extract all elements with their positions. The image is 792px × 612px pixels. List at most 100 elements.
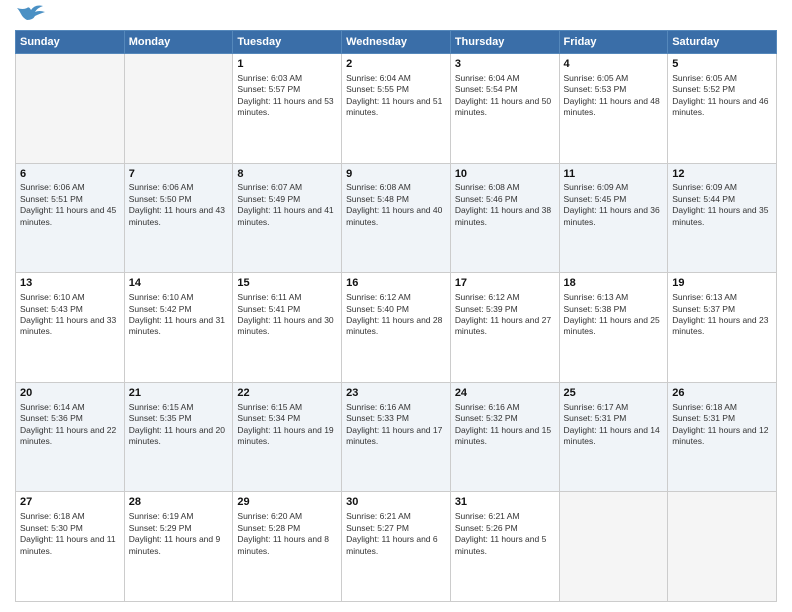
day-number: 7 — [129, 167, 229, 182]
daylight-text: Daylight: 11 hours and 33 minutes. — [20, 315, 116, 336]
day-number: 5 — [672, 57, 772, 72]
calendar-cell: 28Sunrise: 6:19 AMSunset: 5:29 PMDayligh… — [124, 492, 233, 602]
sunrise-text: Sunrise: 6:05 AM — [564, 73, 629, 83]
calendar-cell: 20Sunrise: 6:14 AMSunset: 5:36 PMDayligh… — [16, 382, 125, 492]
day-number: 21 — [129, 386, 229, 401]
calendar-cell: 9Sunrise: 6:08 AMSunset: 5:48 PMDaylight… — [342, 163, 451, 273]
day-number: 15 — [237, 276, 337, 291]
sunset-text: Sunset: 5:42 PM — [129, 304, 192, 314]
header — [15, 10, 777, 22]
day-number: 27 — [20, 495, 120, 510]
sunrise-text: Sunrise: 6:10 AM — [20, 292, 85, 302]
day-number: 25 — [564, 386, 664, 401]
day-number: 6 — [20, 167, 120, 182]
calendar-cell: 11Sunrise: 6:09 AMSunset: 5:45 PMDayligh… — [559, 163, 668, 273]
daylight-text: Daylight: 11 hours and 28 minutes. — [346, 315, 442, 336]
sunrise-text: Sunrise: 6:20 AM — [237, 511, 302, 521]
sunset-text: Sunset: 5:45 PM — [564, 194, 627, 204]
sunset-text: Sunset: 5:52 PM — [672, 84, 735, 94]
sunrise-text: Sunrise: 6:09 AM — [672, 182, 737, 192]
daylight-text: Daylight: 11 hours and 48 minutes. — [564, 96, 660, 117]
sunset-text: Sunset: 5:53 PM — [564, 84, 627, 94]
day-number: 24 — [455, 386, 555, 401]
calendar-cell — [668, 492, 777, 602]
sunrise-text: Sunrise: 6:08 AM — [346, 182, 411, 192]
sunset-text: Sunset: 5:35 PM — [129, 413, 192, 423]
sunset-text: Sunset: 5:29 PM — [129, 523, 192, 533]
daylight-text: Daylight: 11 hours and 45 minutes. — [20, 205, 116, 226]
calendar-cell: 3Sunrise: 6:04 AMSunset: 5:54 PMDaylight… — [450, 54, 559, 164]
sunset-text: Sunset: 5:48 PM — [346, 194, 409, 204]
day-number: 14 — [129, 276, 229, 291]
sunset-text: Sunset: 5:38 PM — [564, 304, 627, 314]
sunset-text: Sunset: 5:50 PM — [129, 194, 192, 204]
daylight-text: Daylight: 11 hours and 30 minutes. — [237, 315, 333, 336]
calendar-week-row: 27Sunrise: 6:18 AM Sunset: 5:30 PM Dayligh… — [16, 492, 777, 602]
sunset-text: Sunset: 5:26 PM — [455, 523, 518, 533]
day-header-wednesday: Wednesday — [342, 31, 451, 54]
calendar-cell: 21Sunrise: 6:15 AMSunset: 5:35 PMDayligh… — [124, 382, 233, 492]
daylight-text: Daylight: 11 hours and 25 minutes. — [564, 315, 660, 336]
daylight-text: Daylight: 11 hours and 19 minutes. — [237, 425, 333, 446]
daylight-text: Daylight: 11 hours and 41 minutes. — [237, 205, 333, 226]
sunrise-text: Sunrise: 6:16 AM — [346, 402, 411, 412]
calendar-cell: 8Sunrise: 6:07 AMSunset: 5:49 PMDaylight… — [233, 163, 342, 273]
day-number: 31 — [455, 495, 555, 510]
sunrise-text: Sunrise: 6:15 AM — [237, 402, 302, 412]
sunrise-text: Sunrise: 6:16 AM — [455, 402, 520, 412]
day-header-monday: Monday — [124, 31, 233, 54]
sunset-text: Sunset: 5:39 PM — [455, 304, 518, 314]
day-number: 23 — [346, 386, 446, 401]
day-number: 29 — [237, 495, 337, 510]
sunrise-text: Sunrise: 6:12 AM — [346, 292, 411, 302]
daylight-text: Daylight: 11 hours and 15 minutes. — [455, 425, 551, 446]
calendar-cell: 26Sunrise: 6:18 AMSunset: 5:31 PMDayligh… — [668, 382, 777, 492]
page: SundayMondayTuesdayWednesdayThursdayFrid… — [0, 0, 792, 612]
sunset-text: Sunset: 5:54 PM — [455, 84, 518, 94]
calendar-cell: 18Sunrise: 6:13 AMSunset: 5:38 PMDayligh… — [559, 273, 668, 383]
calendar-cell: 16Sunrise: 6:12 AM Sunset: 5:40 PMDayligh… — [342, 273, 451, 383]
sunrise-text: Sunrise: 6:13 AM — [672, 292, 737, 302]
day-number: 30 — [346, 495, 446, 510]
daylight-text: Daylight: 11 hours and 36 minutes. — [564, 205, 660, 226]
calendar-cell: 6Sunrise: 6:06 AMSunset: 5:51 PMDaylight… — [16, 163, 125, 273]
sunset-text: Sunset: 5:55 PM — [346, 84, 409, 94]
sunset-text: Sunset: 5:33 PM — [346, 413, 409, 423]
sunset-text: Sunset: 5:40 PM — [346, 304, 409, 314]
sunset-text: Sunset: 5:30 PM — [20, 523, 83, 533]
calendar-week-row: 6Sunrise: 6:06 AMSunset: 5:51 PMDaylight… — [16, 163, 777, 273]
calendar-cell: 7Sunrise: 6:06 AMSunset: 5:50 PMDaylight… — [124, 163, 233, 273]
day-number: 18 — [564, 276, 664, 291]
day-header-thursday: Thursday — [450, 31, 559, 54]
calendar-week-row: 1Sunrise: 6:03 AMSunset: 5:57 PMDaylight… — [16, 54, 777, 164]
sunrise-text: Sunrise: 6:09 AM — [564, 182, 629, 192]
sunrise-text: Sunrise: 6:04 AM — [346, 73, 411, 83]
sunset-text: Sunset: 5:27 PM — [346, 523, 409, 533]
calendar-cell: 13Sunrise: 6:10 AMSunset: 5:43 PMDayligh… — [16, 273, 125, 383]
day-number: 13 — [20, 276, 120, 291]
day-number: 16 — [346, 276, 446, 291]
day-number: 3 — [455, 57, 555, 72]
daylight-text: Daylight: 11 hours and 31 minutes. — [129, 315, 225, 336]
sunrise-text: Sunrise: 6:17 AM — [564, 402, 629, 412]
calendar-cell: 29Sunrise: 6:20 AMSunset: 5:28 PMDayligh… — [233, 492, 342, 602]
logo-bird-icon — [17, 2, 45, 22]
day-header-saturday: Saturday — [668, 31, 777, 54]
day-number: 22 — [237, 386, 337, 401]
sunrise-text: Sunrise: 6:11 AM — [237, 292, 301, 302]
day-number: 26 — [672, 386, 772, 401]
calendar-week-row: 20Sunrise: 6:14 AMSunset: 5:36 PMDayligh… — [16, 382, 777, 492]
sunrise-text: Sunrise: 6:03 AM — [237, 73, 302, 83]
daylight-text: Daylight: 11 hours and 9 minutes. — [129, 534, 221, 555]
calendar-cell: 31Sunrise: 6:21 AMSunset: 5:26 PMDayligh… — [450, 492, 559, 602]
calendar-cell: 27Sunrise: 6:18 AMSunset: 5:30 PMDayligh… — [16, 492, 125, 602]
day-number: 19 — [672, 276, 772, 291]
sunrise-text: Sunrise: 6:21 AM — [455, 511, 520, 521]
daylight-text: Daylight: 11 hours and 20 minutes. — [129, 425, 225, 446]
day-number: 9 — [346, 167, 446, 182]
day-number: 8 — [237, 167, 337, 182]
sunrise-text: Sunrise: 6:06 AM — [20, 182, 85, 192]
sunset-text: Sunset: 5:31 PM — [672, 413, 735, 423]
calendar-cell: 22Sunrise: 6:15 AMSunset: 5:34 PMDayligh… — [233, 382, 342, 492]
sunrise-text: Sunrise: 6:18 AM — [20, 511, 85, 521]
